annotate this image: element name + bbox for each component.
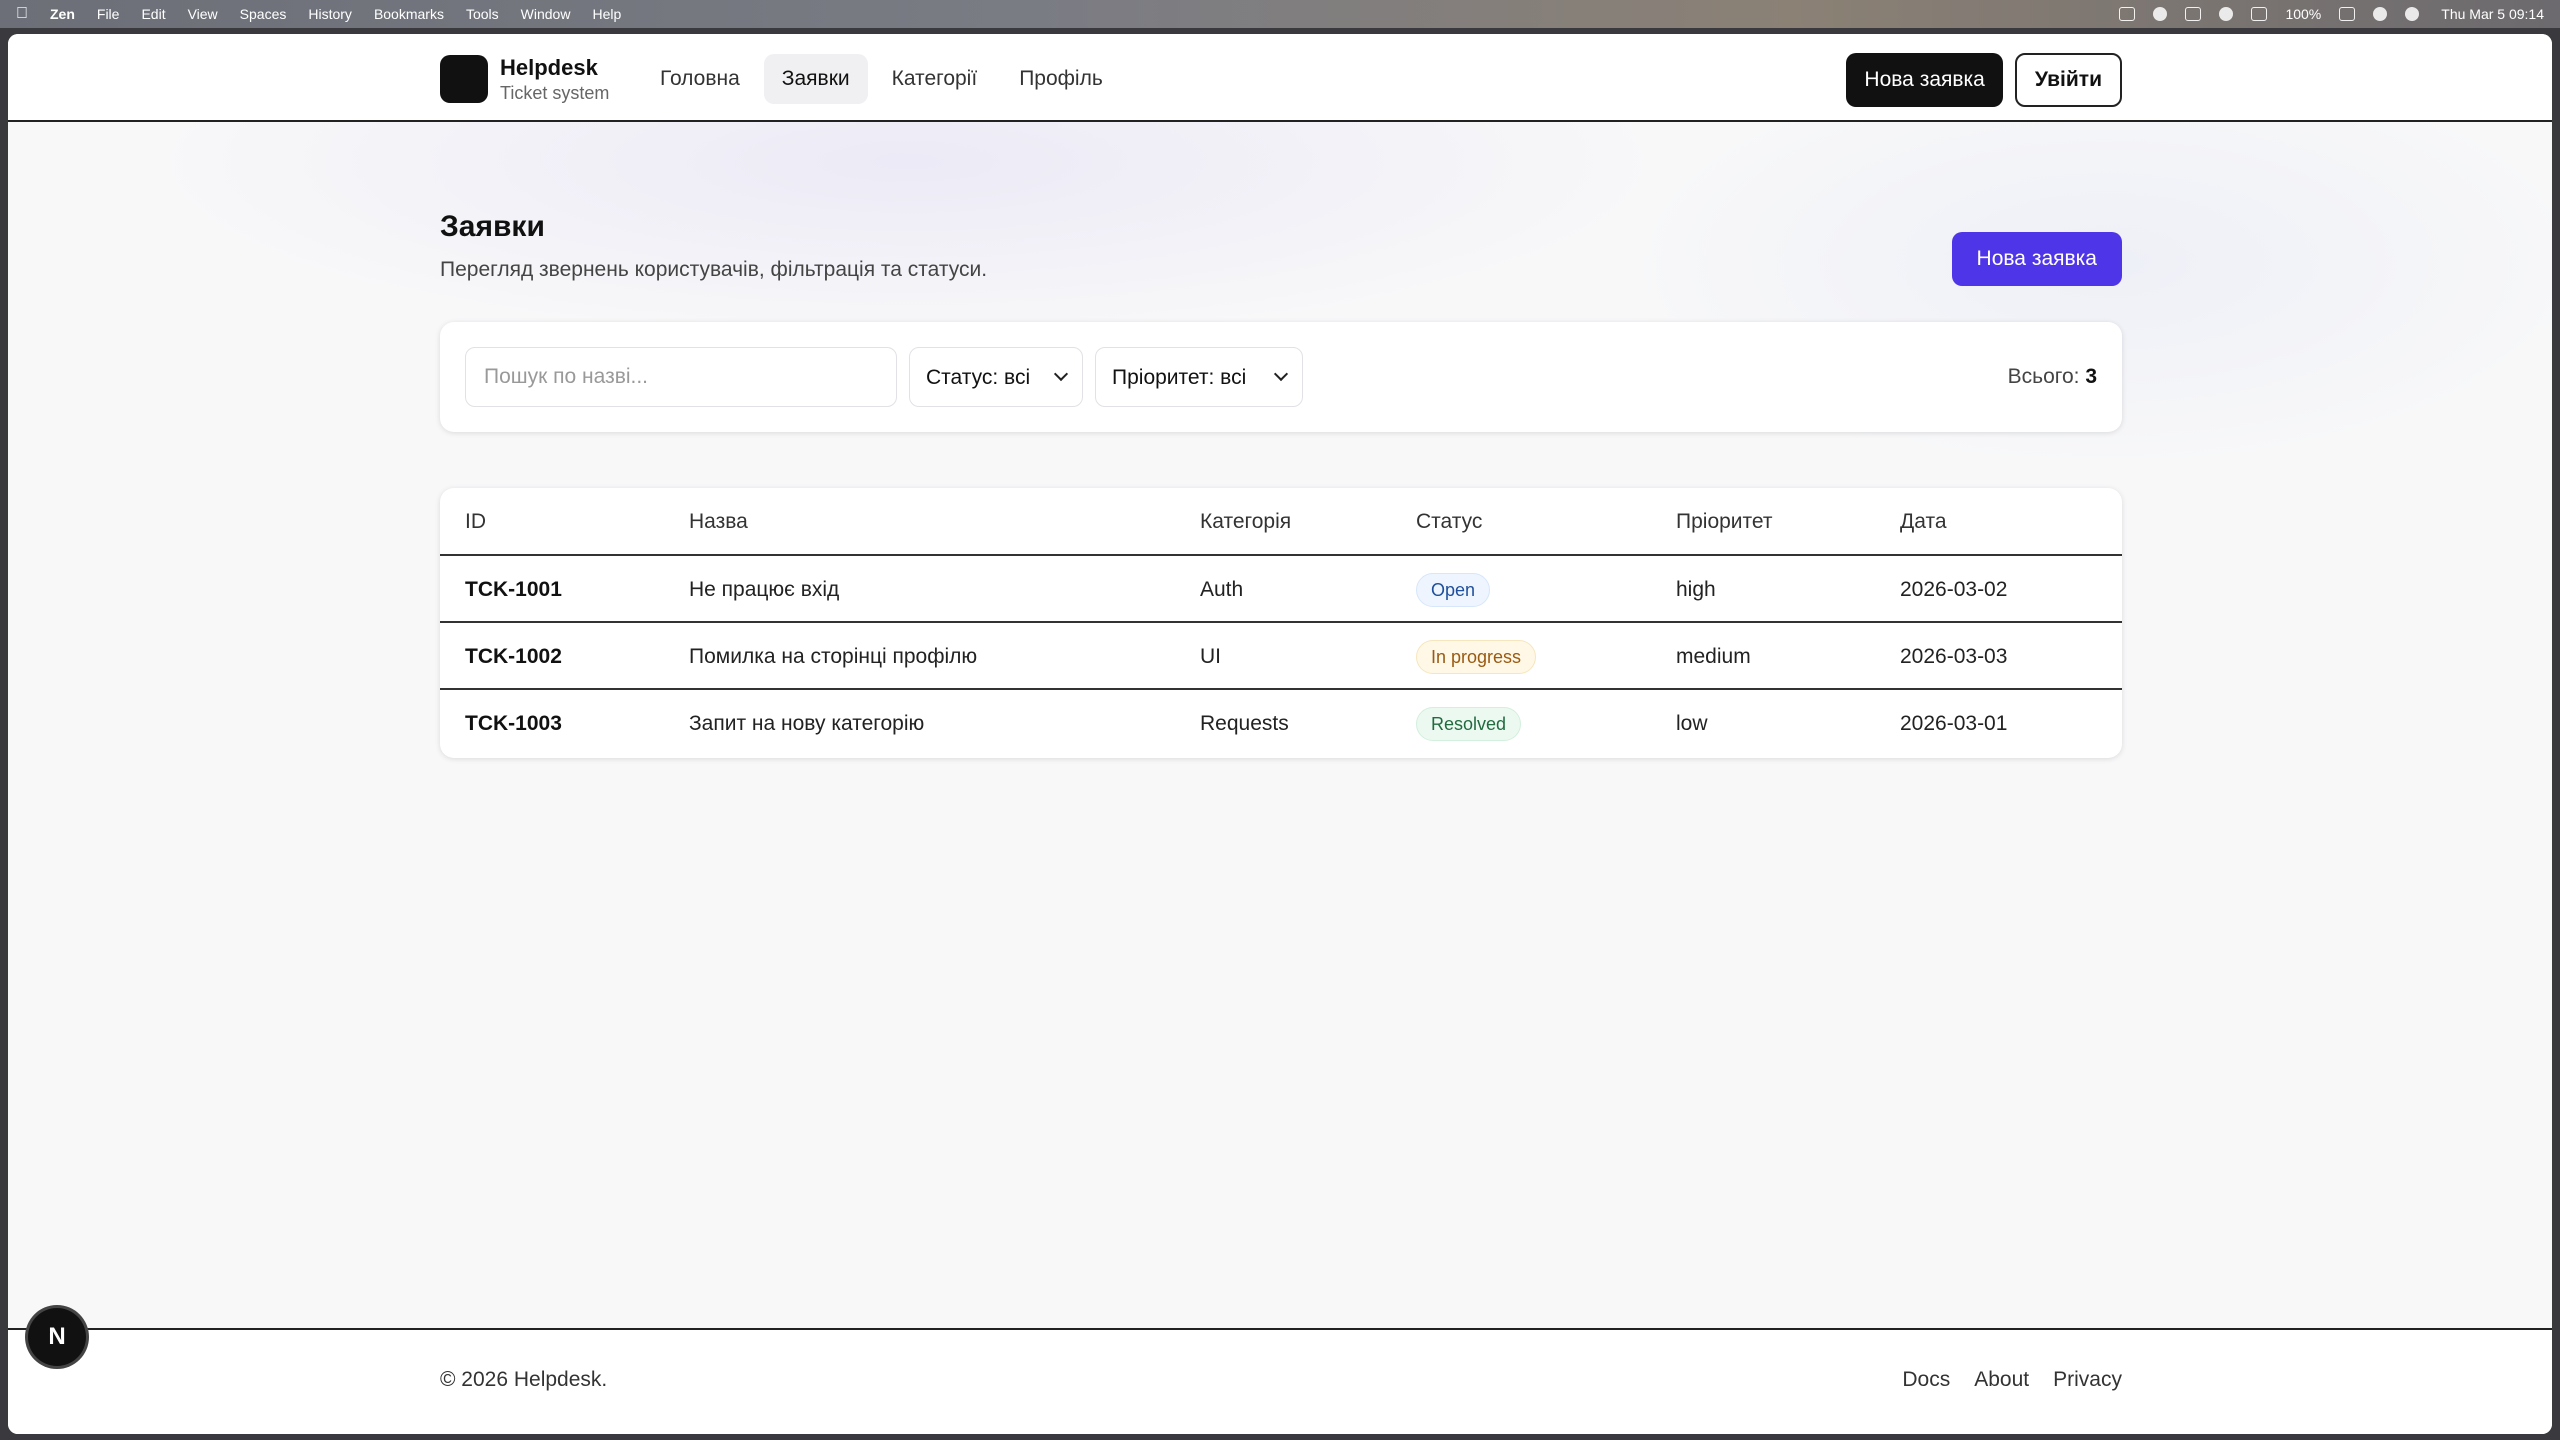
priority-select-value: Пріоритет: всі: [1112, 365, 1247, 389]
table-row[interactable]: TCK-1001 Не працює вхід Auth Open high 2…: [440, 556, 2122, 623]
control-center-icon[interactable]: [2405, 7, 2420, 21]
nav-home[interactable]: Головна: [642, 54, 758, 104]
menu-bookmarks[interactable]: Bookmarks: [374, 6, 444, 22]
col-header-category[interactable]: Категорія: [1200, 488, 1291, 556]
nav-tickets[interactable]: Заявки: [763, 54, 868, 104]
brand[interactable]: Helpdesk Ticket system: [440, 54, 609, 104]
cell-category: UI: [1200, 645, 1221, 668]
page-subtitle: Перегляд звернень користувачів, фільтрац…: [440, 258, 988, 281]
footer-link-about[interactable]: About: [1974, 1368, 2029, 1392]
main-nav: Головна Заявки Категорії Профіль: [642, 54, 1121, 104]
col-header-id[interactable]: ID: [465, 488, 486, 556]
menu-view[interactable]: View: [188, 6, 218, 22]
footer-links: Docs About Privacy: [1902, 1368, 2122, 1392]
cell-priority: medium: [1676, 645, 1751, 668]
status-select-value: Статус: всі: [926, 365, 1031, 389]
tray-keyboard-icon[interactable]: [2251, 7, 2268, 21]
wifi-icon[interactable]: [2373, 7, 2388, 21]
cell-id[interactable]: TCK-1003: [465, 690, 562, 757]
nav-categories[interactable]: Категорії: [874, 54, 996, 104]
cell-category: Requests: [1200, 712, 1289, 735]
cell-category: Auth: [1200, 578, 1244, 601]
chevron-down-icon: [1273, 366, 1289, 382]
menu-spaces[interactable]: Spaces: [240, 6, 287, 22]
total-value: 3: [2085, 365, 2097, 388]
menu-edit[interactable]: Edit: [141, 6, 165, 22]
cell-title[interactable]: Запит на нову категорію: [689, 690, 924, 757]
brand-subtitle: Ticket system: [500, 83, 610, 103]
total-count: Всього: 3: [2008, 347, 2097, 407]
col-header-status[interactable]: Статус: [1416, 488, 1482, 556]
brand-title: Helpdesk: [500, 55, 598, 80]
cell-id[interactable]: TCK-1002: [465, 623, 562, 690]
cell-title[interactable]: Не працює вхід: [689, 556, 839, 623]
status-badge: Resolved: [1416, 707, 1522, 741]
filters-card: Пошук по назві... Статус: всі Пріоритет:…: [440, 322, 2122, 432]
battery-percent: 100%: [2285, 6, 2322, 22]
search-input[interactable]: Пошук по назві...: [465, 347, 897, 407]
col-header-priority[interactable]: Пріоритет: [1676, 488, 1773, 556]
menu-history[interactable]: History: [308, 6, 352, 22]
chevron-down-icon: [1053, 366, 1069, 382]
cell-priority: low: [1676, 712, 1708, 735]
menu-window[interactable]: Window: [521, 6, 571, 22]
page-title: Заявки: [440, 210, 545, 243]
cell-date: 2026-03-02: [1900, 578, 2008, 601]
menu-clock[interactable]: Thu Mar 5 09:14: [2441, 6, 2544, 22]
cell-title[interactable]: Помилка на сторінці профілю: [689, 623, 977, 690]
menu-tools[interactable]: Tools: [466, 6, 499, 22]
col-header-date[interactable]: Дата: [1900, 488, 1947, 556]
site-footer: © 2026 Helpdesk. Docs About Privacy: [8, 1328, 2552, 1434]
status-select[interactable]: Статус: всі: [909, 347, 1083, 407]
footer-link-docs[interactable]: Docs: [1902, 1368, 1950, 1392]
menu-help[interactable]: Help: [592, 6, 621, 22]
menu-app-name[interactable]: Zen: [50, 6, 75, 22]
nav-profile[interactable]: Профіль: [1001, 54, 1121, 104]
browser-window: Helpdesk Ticket system Головна Заявки Ка…: [8, 34, 2552, 1434]
col-header-title[interactable]: Назва: [689, 488, 748, 556]
apple-icon[interactable]: : [16, 5, 28, 23]
tray-play-icon[interactable]: [2219, 7, 2234, 21]
new-ticket-button[interactable]: Нова заявка: [1951, 232, 2122, 286]
tray-status-icon[interactable]: [2153, 7, 2168, 21]
tray-window-icon[interactable]: [2185, 7, 2202, 21]
login-button[interactable]: Увійти: [2014, 53, 2122, 107]
tray-app-icon[interactable]: [2119, 7, 2136, 21]
header-new-ticket-button[interactable]: Нова заявка: [1846, 53, 2003, 107]
table-row[interactable]: TCK-1002 Помилка на сторінці профілю UI …: [440, 623, 2122, 690]
table-header: ID Назва Категорія Статус Пріоритет Дата: [440, 488, 2122, 556]
cell-priority: high: [1676, 578, 1716, 601]
table-row[interactable]: TCK-1003 Запит на нову категорію Request…: [440, 690, 2122, 757]
priority-select[interactable]: Пріоритет: всі: [1095, 347, 1303, 407]
battery-icon[interactable]: [2339, 7, 2356, 21]
cell-id[interactable]: TCK-1001: [465, 556, 562, 623]
nextjs-dev-indicator-icon[interactable]: N: [28, 1308, 86, 1366]
brand-logo-icon: [440, 55, 488, 103]
site-header: Helpdesk Ticket system Головна Заявки Ка…: [8, 34, 2552, 122]
cell-date: 2026-03-01: [1900, 712, 2008, 735]
status-badge: Open: [1416, 573, 1491, 607]
copyright: © 2026 Helpdesk.: [440, 1368, 608, 1391]
footer-link-privacy[interactable]: Privacy: [2053, 1368, 2122, 1392]
system-menu-bar:  Zen File Edit View Spaces History Book…: [0, 0, 2560, 28]
total-label: Всього:: [2007, 365, 2080, 388]
tickets-table: ID Назва Категорія Статус Пріоритет Дата…: [440, 488, 2122, 758]
status-badge: In progress: [1416, 640, 1537, 674]
menu-file[interactable]: File: [97, 6, 120, 22]
cell-date: 2026-03-03: [1900, 645, 2008, 668]
header-actions: Нова заявка Увійти: [1846, 53, 2122, 107]
